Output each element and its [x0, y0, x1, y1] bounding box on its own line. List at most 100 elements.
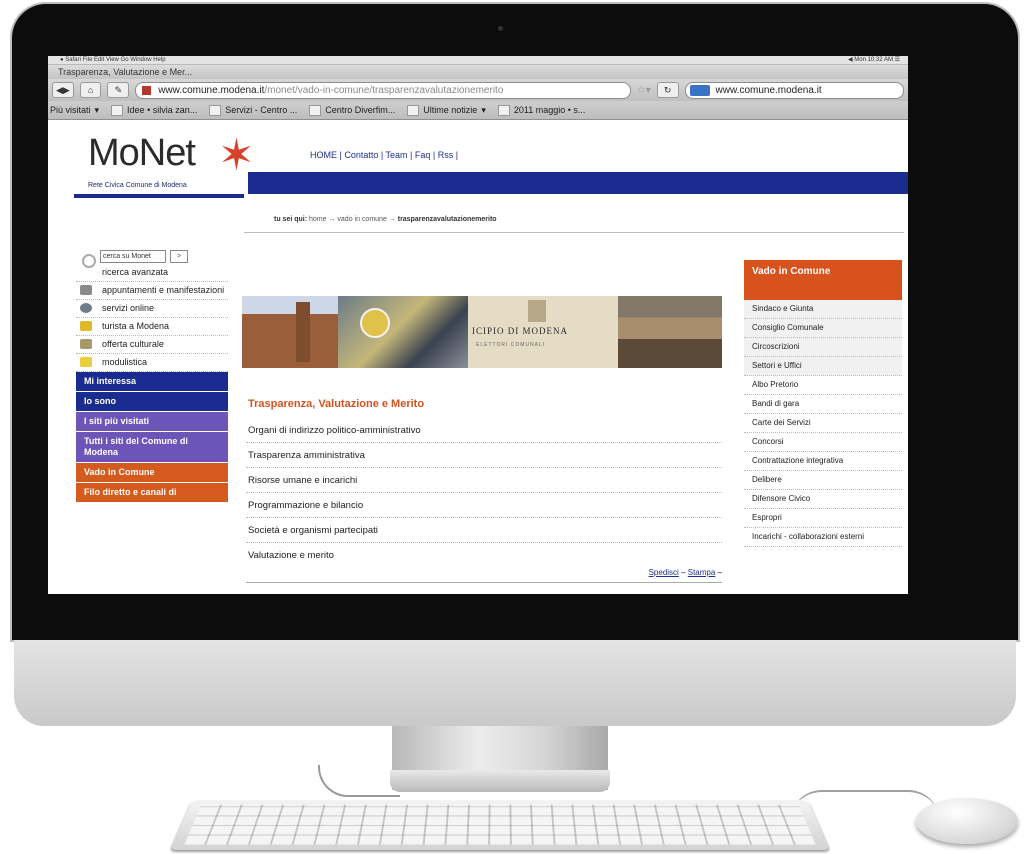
right-item[interactable]: Settori e Uffici — [744, 357, 902, 376]
nav-vado-in-comune[interactable]: Vado in Comune — [76, 463, 228, 483]
right-item[interactable]: Albo Pretorio — [744, 376, 902, 395]
banner-palace-image — [242, 296, 338, 368]
tourist-icon — [80, 321, 92, 331]
city-seal-icon — [360, 308, 390, 338]
content-link[interactable]: Programmazione e bilancio — [246, 493, 722, 518]
menubar-status: ◀ Mon 10:32 AM ☰ — [848, 56, 900, 64]
url-bar[interactable]: www.comune.modena.it/monet/vado-in-comun… — [135, 82, 631, 99]
content-link[interactable]: Trasparenza amministrativa — [246, 443, 722, 468]
logo-subtitle: Rete Civica Comune di Modena — [88, 182, 187, 189]
sidebar-item-servizi-online[interactable]: servizi online — [76, 300, 228, 318]
search-go-button[interactable]: > — [170, 250, 188, 263]
url-path: /monet/vado-in-comune/trasparenzavalutaz… — [264, 85, 503, 96]
page-title: Trasparenza, Valutazione e Merito — [248, 398, 424, 410]
right-item[interactable]: Consiglio Comunale — [744, 319, 902, 338]
divider — [244, 232, 904, 233]
bookmark-item[interactable]: 2011 maggio • s... — [498, 105, 586, 116]
sidebar-item-label: servizi online — [102, 303, 154, 313]
header-bar — [248, 172, 908, 194]
nav-siti-visitati[interactable]: I siti più visitati — [76, 412, 228, 432]
right-item[interactable]: Bandi di gara — [744, 395, 902, 414]
site-search-input[interactable]: cerca su Monet — [100, 250, 166, 263]
sidebar-item-offerta-culturale[interactable]: offerta culturale — [76, 336, 228, 354]
url-host: www.comune.modena.it — [158, 85, 264, 96]
breadcrumb-prefix: tu sei qui: — [274, 216, 307, 223]
mac-menubar: ● Safari File Edit View Go Window Help ◀… — [48, 56, 908, 65]
right-item[interactable]: Sindaco e Giunta — [744, 300, 902, 319]
rss-icon — [407, 105, 419, 116]
bookmark-label: Centro Diverfim... — [325, 105, 395, 115]
globe-icon — [80, 303, 92, 313]
print-link[interactable]: Stampa — [688, 568, 716, 577]
right-item[interactable]: Incarichi - collaborazioni esterni — [744, 528, 902, 547]
home-icon[interactable]: ⌂ — [80, 82, 102, 98]
page-icon — [309, 105, 321, 116]
right-item[interactable]: Espropri — [744, 509, 902, 528]
nav-io-sono[interactable]: Io sono — [76, 392, 228, 412]
sidebar-item-label: appuntamenti e manifestazioni — [102, 285, 224, 295]
bookmark-label: 2011 maggio • s... — [514, 105, 586, 115]
bookmark-item[interactable]: Ultime notizie ▾ — [407, 105, 486, 116]
camera-icon — [498, 26, 503, 31]
banner-subtitle: ELETTORI COMUNALI — [476, 342, 545, 348]
mouse — [916, 798, 1018, 844]
nav-tutti-i-siti[interactable]: Tutti i siti del Comune di Modena — [76, 432, 228, 463]
screen: ● Safari File Edit View Go Window Help ◀… — [48, 56, 908, 594]
browser-toolbar: ◀▶ ⌂ ✎ www.comune.modena.it/monet/vado-i… — [48, 79, 908, 101]
bookmark-item[interactable]: Centro Diverfim... — [309, 105, 395, 116]
right-item[interactable]: Carte dei Servizi — [744, 414, 902, 433]
right-item[interactable]: Delibere — [744, 471, 902, 490]
page-icon — [498, 105, 510, 116]
tower-shape — [296, 302, 310, 362]
calendar-icon — [80, 285, 92, 295]
header-banner: ICIPIO DI MODENA ELETTORI COMUNALI — [242, 296, 722, 368]
top-links[interactable]: HOME | Contatto | Team | Faq | Rss | — [310, 150, 458, 160]
bookmark-item[interactable]: Più visitati ▾ — [50, 105, 99, 116]
right-item[interactable]: Concorsi — [744, 433, 902, 452]
sidebar-item-label: modulistica — [102, 357, 147, 367]
send-link[interactable]: Spedisci — [649, 568, 679, 577]
bookmark-label: Idee • silvia zan... — [127, 105, 197, 115]
keyboard-keys — [184, 805, 815, 845]
content-link[interactable]: Organi di indirizzo politico-amministrat… — [246, 418, 722, 443]
keyboard-cable — [318, 765, 400, 797]
sidebar-item-modulistica[interactable]: modulistica — [76, 354, 228, 372]
content-link[interactable]: Valutazione e merito — [246, 543, 722, 567]
banner-seal-image — [338, 296, 468, 368]
site-logo[interactable]: MoNet — [88, 132, 195, 175]
menubar-items[interactable]: ● Safari File Edit View Go Window Help — [60, 57, 166, 63]
bookmarks-bar: Più visitati ▾ Idee • silvia zan... Serv… — [48, 101, 908, 120]
right-item[interactable]: Contrattazione integrativa — [744, 452, 902, 471]
banner-council-image — [618, 296, 722, 368]
sidebar-item-label: offerta culturale — [102, 339, 164, 349]
sidebar-item-appuntamenti[interactable]: appuntamenti e manifestazioni — [76, 282, 228, 300]
bookmark-item[interactable]: Servizi - Centro ... — [209, 105, 297, 116]
page-actions: Spedisci – Stampa – — [246, 568, 722, 583]
page-icon — [209, 105, 221, 116]
building-icon — [528, 300, 546, 322]
web-page: MoNet ✶ Rete Civica Comune di Modena HOM… — [48, 120, 908, 590]
sidebar-item-label: turista a Modena — [102, 321, 169, 331]
nav-mi-interessa[interactable]: Mi interessa — [76, 372, 228, 392]
content-links: Organi di indirizzo politico-amministrat… — [246, 418, 722, 567]
sidebar-item-turista[interactable]: turista a Modena — [76, 318, 228, 336]
bookmark-item[interactable]: Idee • silvia zan... — [111, 105, 197, 116]
bookmark-icon[interactable]: ✎ — [107, 82, 129, 98]
search-bar[interactable]: www.comune.modena.it — [685, 82, 904, 99]
content-link[interactable]: Società e organismi partecipati — [246, 518, 722, 543]
breadcrumb-path[interactable]: home → vado in comune → — [309, 216, 396, 223]
right-sidebar-header[interactable]: Vado in Comune — [744, 260, 902, 300]
back-button[interactable]: ◀▶ — [52, 82, 74, 98]
star-icon[interactable]: ☆▾ — [637, 85, 651, 96]
right-item[interactable]: Difensore Civico — [744, 490, 902, 509]
sidebar-item-ricerca-avanzata[interactable]: ricerca avanzata — [76, 264, 228, 282]
banner-document-image: ICIPIO DI MODENA ELETTORI COMUNALI — [468, 296, 618, 368]
right-item[interactable]: Circoscrizioni — [744, 338, 902, 357]
folder-icon — [80, 357, 92, 367]
search-engine-icon[interactable] — [690, 85, 710, 96]
culture-icon — [80, 339, 92, 349]
right-sidebar: Vado in Comune Sindaco e Giunta Consigli… — [744, 260, 902, 547]
content-link[interactable]: Risorse umane e incarichi — [246, 468, 722, 493]
reload-icon[interactable]: ↻ — [657, 82, 679, 98]
nav-filo-diretto[interactable]: Filo diretto e canali di — [76, 483, 228, 503]
